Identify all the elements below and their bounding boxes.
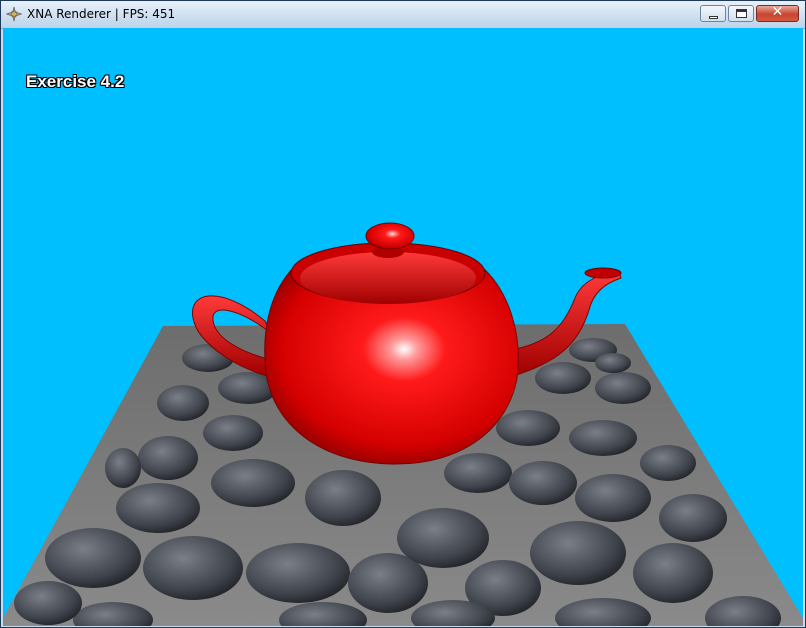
title-bar[interactable]: XNA Renderer | FPS: 451 ✕ (1, 1, 805, 29)
maximize-button[interactable] (728, 5, 754, 22)
scene-render (3, 222, 803, 626)
maximize-icon (736, 9, 747, 18)
close-icon: ✕ (771, 4, 784, 20)
window-title: XNA Renderer | FPS: 451 (27, 7, 176, 21)
caption-buttons: ✕ (700, 4, 799, 24)
close-button[interactable]: ✕ (756, 4, 799, 22)
exercise-label: Exercise 4.2 (26, 72, 125, 91)
app-window: XNA Renderer | FPS: 451 ✕ Exercise 4.2 (0, 0, 806, 628)
render-viewport[interactable]: Exercise 4.2 (3, 28, 803, 626)
minimize-button[interactable] (700, 5, 726, 22)
minimize-icon (709, 16, 718, 19)
xna-app-icon[interactable] (6, 6, 22, 22)
